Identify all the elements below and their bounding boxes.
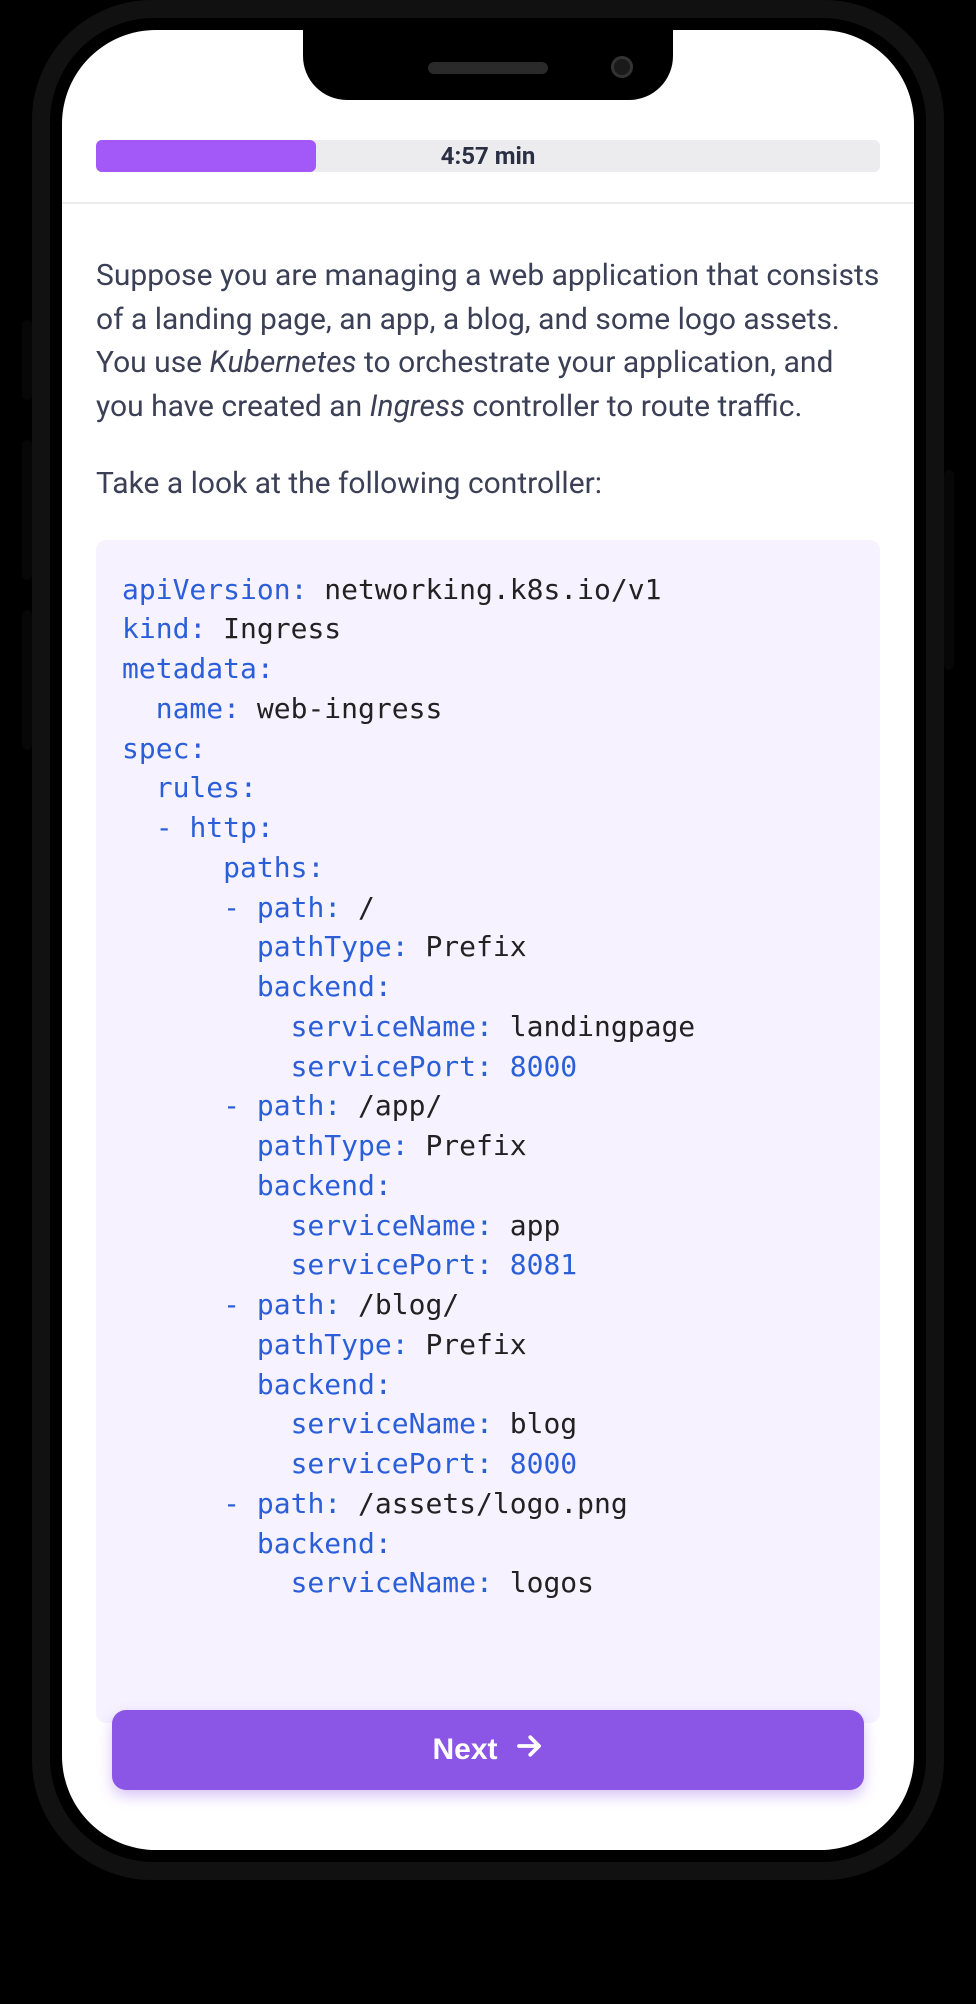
question-intro-paragraph: Suppose you are managing a web applicati… [96, 254, 880, 428]
intro-em-kubernetes: Kubernetes [210, 345, 357, 380]
next-button-label: Next [432, 1733, 497, 1767]
question-lead-in: Take a look at the following controller: [96, 462, 880, 506]
intro-text-c: controller to route traffic. [465, 389, 802, 424]
progress-bar[interactable]: 4:57 min [96, 140, 880, 172]
next-button[interactable]: Next [112, 1710, 864, 1790]
progress-time-label: 4:57 min [96, 140, 880, 172]
screen: 4:57 min Suppose you are managing a web … [62, 30, 914, 1850]
phone-frame: 4:57 min Suppose you are managing a web … [32, 0, 944, 1880]
device-notch [303, 30, 673, 100]
arrow-right-icon [514, 1731, 544, 1769]
intro-em-ingress: Ingress [370, 389, 465, 424]
yaml-code-block: apiVersion: networking.k8s.io/v1 kind: I… [96, 540, 880, 1724]
